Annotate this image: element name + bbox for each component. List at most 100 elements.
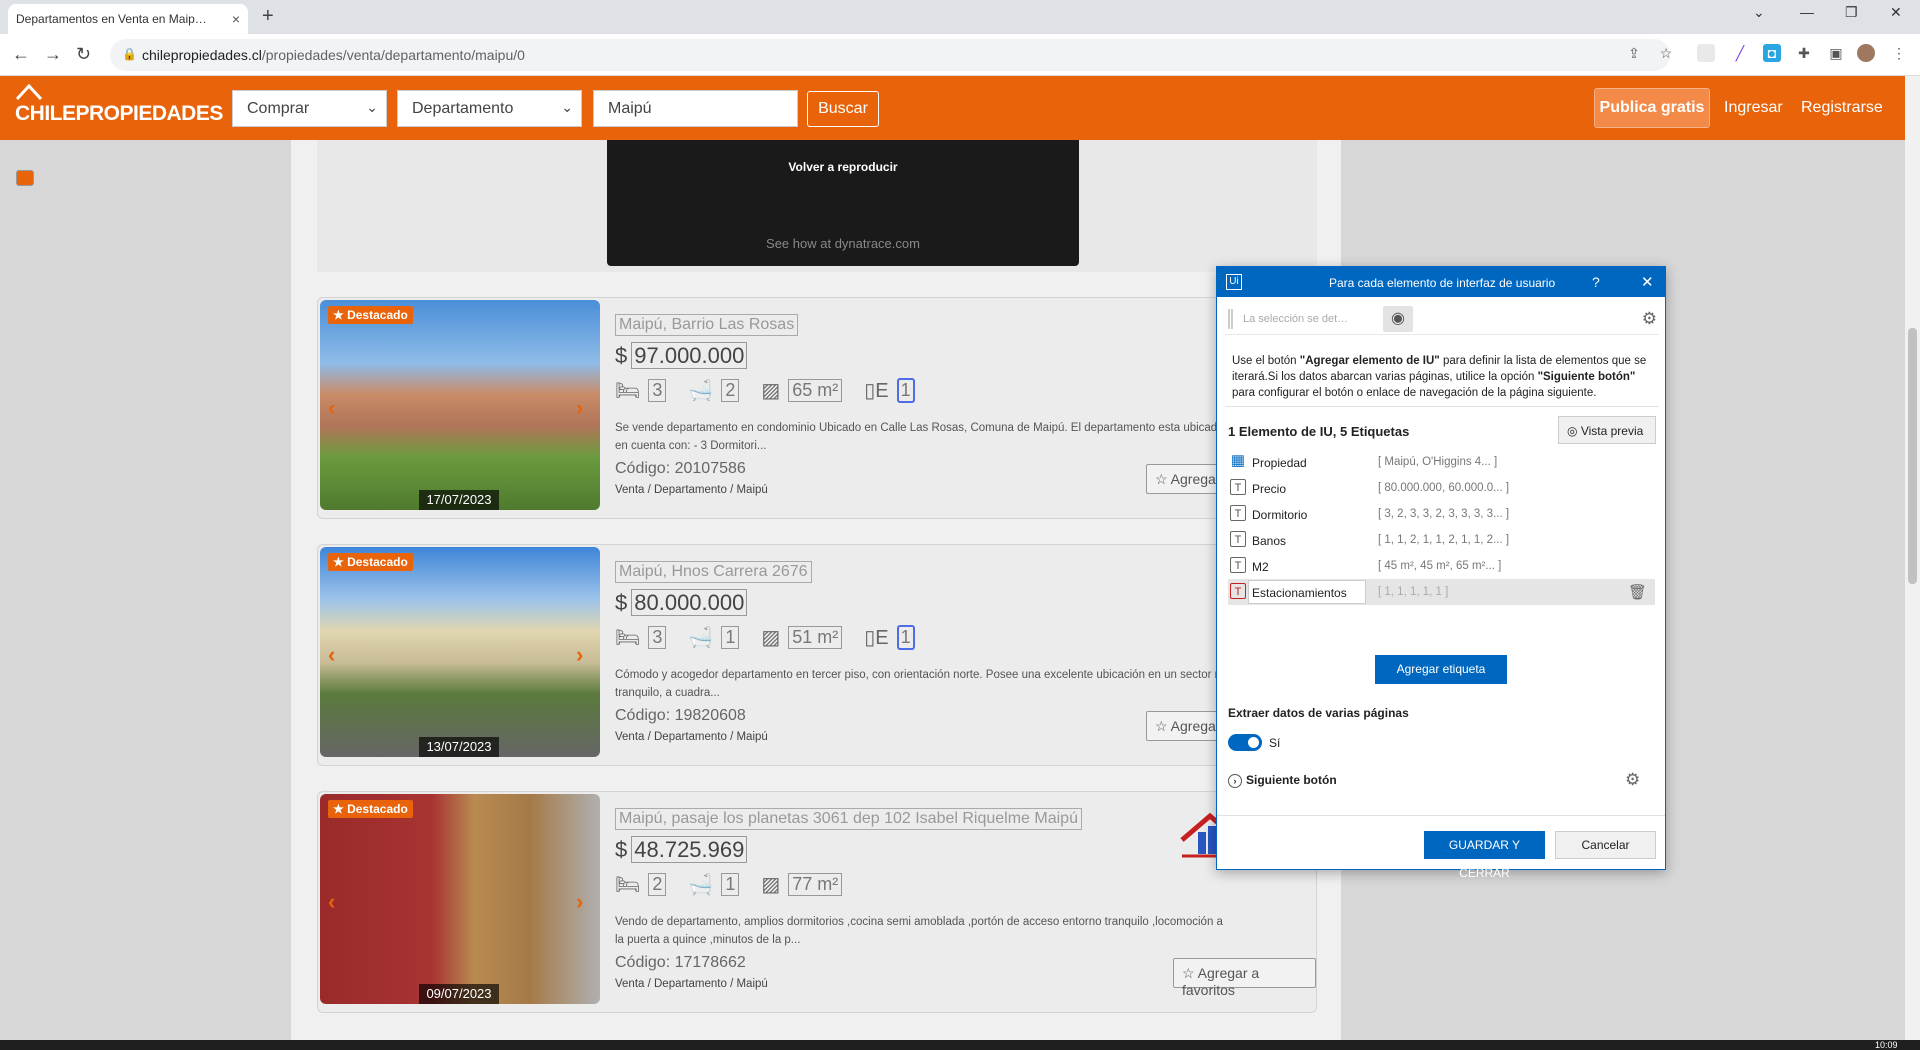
- side-panel-icon[interactable]: ▣: [1827, 44, 1845, 62]
- label-name: Banos: [1252, 534, 1287, 548]
- bookmark-star-icon[interactable]: ☆: [1657, 44, 1675, 62]
- price-value: 48.725.969: [631, 836, 748, 863]
- tab-close-icon[interactable]: ×: [232, 11, 240, 27]
- listing-description: Vendo de departamento, amplios dormitori…: [615, 916, 1223, 946]
- multi-page-toggle[interactable]: [1228, 734, 1262, 751]
- text-label-icon: T: [1230, 583, 1246, 599]
- save-and-close-button[interactable]: GUARDAR Y CERRAR: [1424, 831, 1545, 880]
- ui-element-row[interactable]: ▦ Propiedad [ Maipú, O'Higgins 4... ]: [1228, 449, 1655, 475]
- add-label-button[interactable]: Agregar etiqueta: [1375, 655, 1507, 684]
- photo-prev-icon[interactable]: ‹: [328, 889, 335, 915]
- photo-next-icon[interactable]: ›: [576, 395, 583, 421]
- area-icon: ▨: [761, 874, 781, 896]
- gear-icon[interactable]: ⚙: [1642, 309, 1657, 329]
- listing-photo[interactable]: ★ Destacado ‹ › 09/07/2023: [320, 794, 600, 1004]
- eye-icon[interactable]: ◉: [1383, 306, 1413, 332]
- divider: [1225, 406, 1659, 407]
- extension-icon[interactable]: [1697, 44, 1715, 62]
- menu-dots-icon[interactable]: ⋮: [1890, 44, 1908, 62]
- listing-photo[interactable]: ★ Destacado ‹ › 17/07/2023: [320, 300, 600, 510]
- trash-icon[interactable]: 🗑: [1628, 583, 1647, 601]
- listing-card[interactable]: ★ Destacado ‹ › 13/07/2023 Maipú, Hnos C…: [317, 544, 1317, 766]
- profile-avatar[interactable]: [1857, 44, 1875, 62]
- instr-part: para configurar el botón o enlace de nav…: [1232, 387, 1597, 399]
- url-path: /propiedades/venta/departamento/maipu/0: [261, 47, 525, 63]
- property-type-select[interactable]: Departamento ⌄: [397, 90, 582, 127]
- listing-location[interactable]: Maipú, Barrio Las Rosas: [615, 314, 799, 336]
- listing-location[interactable]: Maipú, pasaje los planetas 3061 dep 102 …: [615, 808, 1082, 830]
- code-value: 19820608: [674, 707, 746, 724]
- drag-handle-icon[interactable]: [1228, 309, 1233, 329]
- register-link[interactable]: Registrarse: [1801, 99, 1883, 117]
- video-ad[interactable]: Volver a reproducir See how at dynatrace…: [607, 140, 1079, 266]
- help-icon[interactable]: ?: [1592, 274, 1600, 290]
- listing-location[interactable]: Maipú, Hnos Carrera 2676: [615, 561, 812, 583]
- bathtub-icon: 🛁: [688, 874, 714, 896]
- preview-label: Vista previa: [1580, 424, 1644, 438]
- photo-prev-icon[interactable]: ‹: [328, 395, 335, 421]
- photo-next-icon[interactable]: ›: [576, 889, 583, 915]
- listing-card[interactable]: ★ Destacado ‹ › 09/07/2023 Maipú, pasaje…: [317, 791, 1317, 1013]
- label-row[interactable]: T Banos [ 1, 1, 2, 1, 1, 2, 1, 1, 2... ]: [1228, 527, 1655, 553]
- site-logo[interactable]: CHILEPROPIEDADES: [15, 84, 223, 125]
- listing-photo[interactable]: ★ Destacado ‹ › 13/07/2023: [320, 547, 600, 757]
- operation-select[interactable]: Comprar ⌄: [232, 90, 387, 127]
- preview-button[interactable]: ◎ Vista previa: [1558, 416, 1656, 444]
- app-extension-icon[interactable]: ◘: [1763, 44, 1781, 62]
- instr-part: Use el botón: [1232, 355, 1300, 367]
- photo-next-icon[interactable]: ›: [576, 642, 583, 668]
- photo-prev-icon[interactable]: ‹: [328, 642, 335, 668]
- back-icon[interactable]: ←: [12, 44, 30, 65]
- address-bar[interactable]: 🔒 chilepropiedades.cl/propiedades/venta/…: [110, 39, 1670, 71]
- label-name: Dormitorio: [1252, 508, 1308, 522]
- replay-label[interactable]: Volver a reproducir: [607, 160, 1079, 174]
- next-button-row[interactable]: › Siguiente botón: [1228, 773, 1337, 788]
- reload-icon[interactable]: ↻: [76, 44, 91, 65]
- code-value: 20107586: [674, 460, 746, 477]
- new-tab-button[interactable]: +: [262, 5, 274, 28]
- parking-count: 1: [896, 625, 915, 650]
- bathtub-icon: 🛁: [688, 380, 714, 402]
- browser-tab[interactable]: Departamentos en Venta en Maip… ×: [8, 4, 248, 186]
- label-row-selected[interactable]: T Estacionamientos [ 1, 1, 1, 1, 1 ] 🗑: [1228, 579, 1655, 605]
- add-favorite-button[interactable]: ☆ Agrega: [1146, 711, 1225, 741]
- operation-select-value: Comprar: [247, 100, 310, 117]
- window-close-icon[interactable]: ✕: [1890, 4, 1902, 21]
- search-button[interactable]: Buscar: [807, 91, 879, 127]
- add-favorite-button[interactable]: ☆ Agregar a favoritos: [1173, 958, 1316, 998]
- restore-icon[interactable]: ❐: [1845, 4, 1858, 21]
- area-value: 77 m²: [788, 873, 843, 896]
- location-input[interactable]: Maipú: [593, 90, 798, 127]
- gear-icon[interactable]: ⚙: [1625, 770, 1640, 790]
- puzzle-icon[interactable]: ✚: [1795, 44, 1813, 62]
- text-label-icon: T: [1230, 505, 1246, 521]
- label-row[interactable]: T Precio [ 80.000.000, 60.000.0... ]: [1228, 475, 1655, 501]
- cancel-button[interactable]: Cancelar: [1555, 831, 1656, 859]
- listing-description: Cómodo y acogedor departamento en tercer…: [615, 669, 1225, 699]
- site-favicon-icon: [16, 170, 34, 186]
- pen-extension-icon[interactable]: ╱: [1731, 44, 1749, 62]
- add-favorite-button[interactable]: ☆ Agrega: [1146, 464, 1225, 494]
- listing-results: Volver a reproducir See how at dynatrace…: [291, 140, 1341, 1040]
- ad-source-text: See how at dynatrace.com: [766, 236, 920, 251]
- bathtub-icon: 🛁: [688, 627, 714, 649]
- scrollbar-thumb[interactable]: [1908, 328, 1917, 584]
- bathrooms-count: 1: [721, 626, 740, 649]
- publish-free-button[interactable]: Publica gratis: [1594, 88, 1710, 128]
- forward-icon[interactable]: →: [44, 44, 62, 65]
- dialog-close-icon[interactable]: ✕: [1641, 273, 1654, 291]
- listing-card[interactable]: ★ Destacado ‹ › 17/07/2023 Maipú, Barrio…: [317, 297, 1317, 519]
- minimize-icon[interactable]: —: [1800, 4, 1814, 20]
- logo-text-chile: CHILE: [15, 102, 76, 125]
- tab-search-icon[interactable]: ⌄: [1753, 4, 1765, 21]
- selector-placeholder[interactable]: La selección se det…: [1243, 313, 1348, 325]
- currency-symbol: $: [615, 590, 628, 615]
- price-value: 97.000.000: [631, 342, 748, 369]
- label-value: [ 1, 1, 2, 1, 1, 2, 1, 1, 2... ]: [1378, 534, 1510, 546]
- page-scrollbar[interactable]: [1905, 76, 1920, 1040]
- label-row[interactable]: T Dormitorio [ 3, 2, 3, 3, 2, 3, 3, 3, 3…: [1228, 501, 1655, 527]
- label-row[interactable]: T M2 [ 45 m², 45 m², 65 m²... ]: [1228, 553, 1655, 579]
- login-link[interactable]: Ingresar: [1724, 99, 1783, 117]
- label-name[interactable]: Estacionamientos: [1252, 586, 1347, 600]
- share-icon[interactable]: ⇪: [1625, 44, 1643, 62]
